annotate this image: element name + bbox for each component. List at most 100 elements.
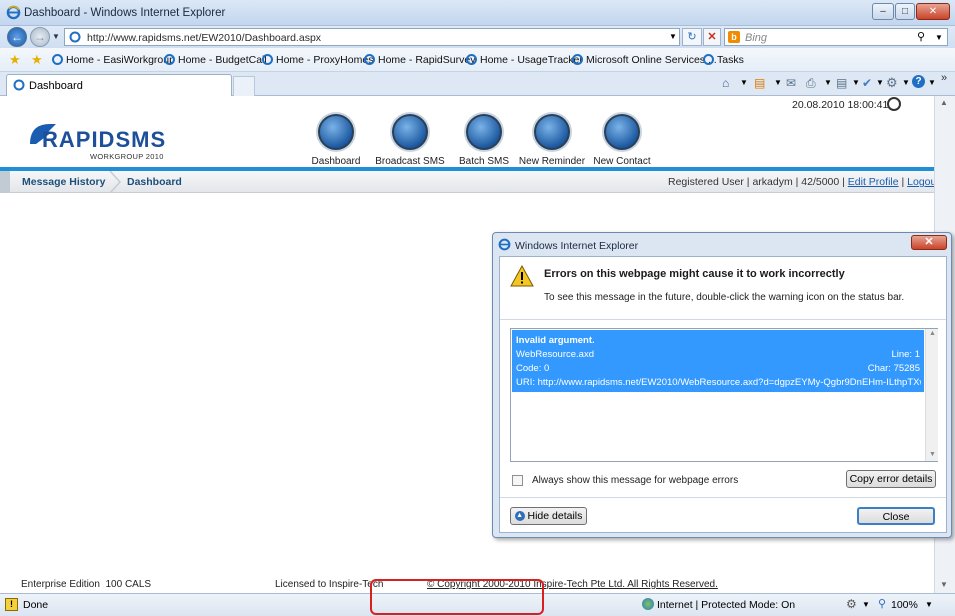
scroll-up-icon[interactable]: ▲ bbox=[940, 98, 948, 107]
page-icon bbox=[164, 54, 175, 65]
broadcast-sms-icon bbox=[392, 114, 428, 150]
nav-label: New Reminder bbox=[518, 156, 586, 167]
page-icon bbox=[52, 54, 63, 65]
favorite-item[interactable]: Home - EasiWorkgroup bbox=[52, 54, 175, 66]
error-line: Line: 1 bbox=[891, 349, 920, 360]
page-menu-icon[interactable]: ▤ bbox=[836, 76, 847, 90]
tab-label: Dashboard bbox=[29, 80, 83, 92]
protected-dropdown-icon[interactable]: ▼ bbox=[862, 600, 870, 609]
search-icon[interactable]: ⚲ bbox=[917, 30, 925, 43]
safety-icon[interactable]: ✔ bbox=[862, 76, 872, 90]
new-tab-button[interactable] bbox=[233, 76, 255, 96]
power-icon[interactable] bbox=[887, 97, 901, 111]
error-dialog: Windows Internet Explorer ✕ Errors on th… bbox=[492, 232, 952, 538]
feeds-dropdown-icon[interactable]: ▼ bbox=[774, 78, 782, 87]
page-icon bbox=[572, 54, 583, 65]
address-url[interactable]: http://www.rapidsms.net/EW2010/Dashboard… bbox=[87, 32, 321, 44]
minimize-button[interactable]: – bbox=[872, 3, 894, 20]
nav-broadcast-sms[interactable]: Broadcast SMS bbox=[370, 114, 450, 167]
add-favorite-icon[interactable]: ★ bbox=[31, 52, 43, 68]
maximize-button[interactable]: □ bbox=[895, 3, 915, 20]
mail-icon[interactable]: ✉ bbox=[786, 76, 796, 90]
dialog-body: Errors on this webpage might cause it to… bbox=[499, 256, 947, 533]
stop-button[interactable]: ✕ bbox=[703, 28, 721, 46]
edit-profile-link[interactable]: Edit Profile bbox=[848, 176, 899, 188]
page-menu-dropdown-icon[interactable]: ▼ bbox=[852, 78, 860, 87]
always-show-checkbox[interactable] bbox=[512, 475, 523, 486]
favorite-item[interactable]: Home - RapidSurvey bbox=[364, 54, 475, 66]
breadcrumb-message-history[interactable]: Message History bbox=[22, 176, 105, 188]
favorite-item[interactable]: Home - ProxyHomes bbox=[262, 54, 373, 66]
nav-new-contact[interactable]: New Contact bbox=[582, 114, 662, 167]
zoom-level[interactable]: 100% bbox=[891, 599, 918, 611]
refresh-button[interactable]: ↻ bbox=[682, 28, 702, 46]
favorite-item[interactable]: Home - UsageTracker bbox=[466, 54, 583, 66]
favorite-item[interactable]: Home - BudgetCall bbox=[164, 54, 267, 66]
zoom-dropdown-icon[interactable]: ▼ bbox=[925, 600, 933, 609]
scroll-up-icon[interactable]: ▲ bbox=[929, 330, 936, 337]
error-list-scrollbar[interactable]: ▲ ▼ bbox=[925, 329, 938, 461]
nav-dashboard[interactable]: Dashboard bbox=[296, 114, 376, 167]
address-dropdown-icon[interactable]: ▼ bbox=[669, 32, 677, 41]
ie-icon bbox=[498, 238, 511, 251]
dialog-subtext: To see this message in the future, doubl… bbox=[544, 292, 905, 303]
zoom-icon[interactable]: ⚲ bbox=[878, 597, 886, 610]
tools-gear-icon[interactable]: ⚙ bbox=[886, 75, 898, 91]
home-dropdown-icon[interactable]: ▼ bbox=[740, 78, 748, 87]
feeds-icon[interactable]: ▤ bbox=[754, 76, 765, 90]
history-dropdown-icon[interactable]: ▼ bbox=[52, 32, 60, 41]
nav-label: Dashboard bbox=[311, 156, 361, 167]
dashboard-icon bbox=[318, 114, 354, 150]
window-close-button[interactable]: ✕ bbox=[916, 3, 950, 20]
tools-dropdown-icon[interactable]: ▼ bbox=[902, 78, 910, 87]
page-icon bbox=[466, 54, 477, 65]
favorites-bar: ★ ★ Home - EasiWorkgroup Home - BudgetCal… bbox=[0, 48, 955, 72]
dialog-heading: Errors on this webpage might cause it to… bbox=[544, 268, 845, 280]
window-title: Dashboard - Windows Internet Explorer bbox=[24, 7, 226, 19]
favorite-item[interactable]: Microsoft Online Services ... bbox=[572, 54, 717, 66]
safety-dropdown-icon[interactable]: ▼ bbox=[876, 78, 884, 87]
protected-mode-icon[interactable]: ⚙ bbox=[846, 597, 857, 611]
dialog-close-icon[interactable]: ✕ bbox=[911, 235, 947, 250]
print-dropdown-icon[interactable]: ▼ bbox=[824, 78, 832, 87]
zone-text[interactable]: Internet | Protected Mode: On bbox=[657, 599, 795, 611]
scroll-down-icon[interactable]: ▼ bbox=[940, 580, 948, 589]
close-button[interactable]: Close bbox=[857, 507, 935, 525]
tab-dashboard[interactable]: Dashboard bbox=[6, 74, 232, 96]
page-icon bbox=[703, 54, 714, 65]
error-details-list[interactable]: Invalid argument. WebResource.axd Line: … bbox=[510, 328, 938, 462]
favorites-star-icon[interactable]: ★ bbox=[9, 52, 21, 68]
address-bar[interactable]: http://www.rapidsms.net/EW2010/Dashboard… bbox=[64, 28, 680, 46]
help-dropdown-icon[interactable]: ▼ bbox=[928, 78, 936, 87]
error-code: Code: 0 bbox=[516, 363, 550, 374]
home-icon[interactable]: ⌂ bbox=[722, 76, 729, 90]
tab-bar: Dashboard ⌂ ▼ ▤ ▼ ✉ ⎙ ▼ ▤ ▼ ✔ ▼ ⚙ ▼ ? ▼ … bbox=[0, 72, 955, 96]
forward-button[interactable]: → bbox=[30, 27, 50, 47]
help-icon[interactable]: ? bbox=[912, 75, 925, 88]
print-icon[interactable]: ⎙ bbox=[806, 76, 816, 91]
search-dropdown-icon[interactable]: ▼ bbox=[935, 33, 943, 42]
scroll-down-icon[interactable]: ▼ bbox=[929, 451, 936, 458]
favorite-item[interactable]: Tasks bbox=[703, 54, 744, 66]
favorite-label: Home - ProxyHomes bbox=[276, 54, 374, 66]
user-credits: 42/5000 bbox=[801, 176, 840, 188]
copy-error-details-button[interactable]: Copy error details bbox=[846, 470, 936, 488]
back-button[interactable]: ← bbox=[7, 27, 27, 47]
page-icon bbox=[262, 54, 273, 65]
search-box[interactable]: b Bing ⚲ ▼ bbox=[724, 28, 948, 46]
nav-new-reminder[interactable]: New Reminder bbox=[512, 114, 592, 167]
logout-link[interactable]: Logout bbox=[907, 176, 934, 188]
breadcrumb-dashboard[interactable]: Dashboard bbox=[127, 176, 182, 188]
error-item-selected[interactable]: Invalid argument. WebResource.axd Line: … bbox=[512, 330, 924, 392]
hide-details-button[interactable]: ▲ Hide details bbox=[510, 507, 587, 525]
warning-icon[interactable]: ! bbox=[5, 598, 18, 611]
ie-icon bbox=[6, 5, 21, 20]
status-bar: ! Done Internet | Protected Mode: On ⚙ ▼… bbox=[0, 579, 955, 616]
bing-icon: b bbox=[728, 31, 740, 43]
new-contact-icon bbox=[604, 114, 640, 150]
more-chevron-icon[interactable]: » bbox=[941, 72, 947, 84]
collapse-chevron-icon: ▲ bbox=[514, 511, 525, 522]
address-row: ← → ▼ http://www.rapidsms.net/EW2010/Das… bbox=[0, 26, 955, 48]
hide-details-label: Hide details bbox=[527, 510, 583, 522]
breadcrumb-separator-icon bbox=[109, 171, 122, 193]
